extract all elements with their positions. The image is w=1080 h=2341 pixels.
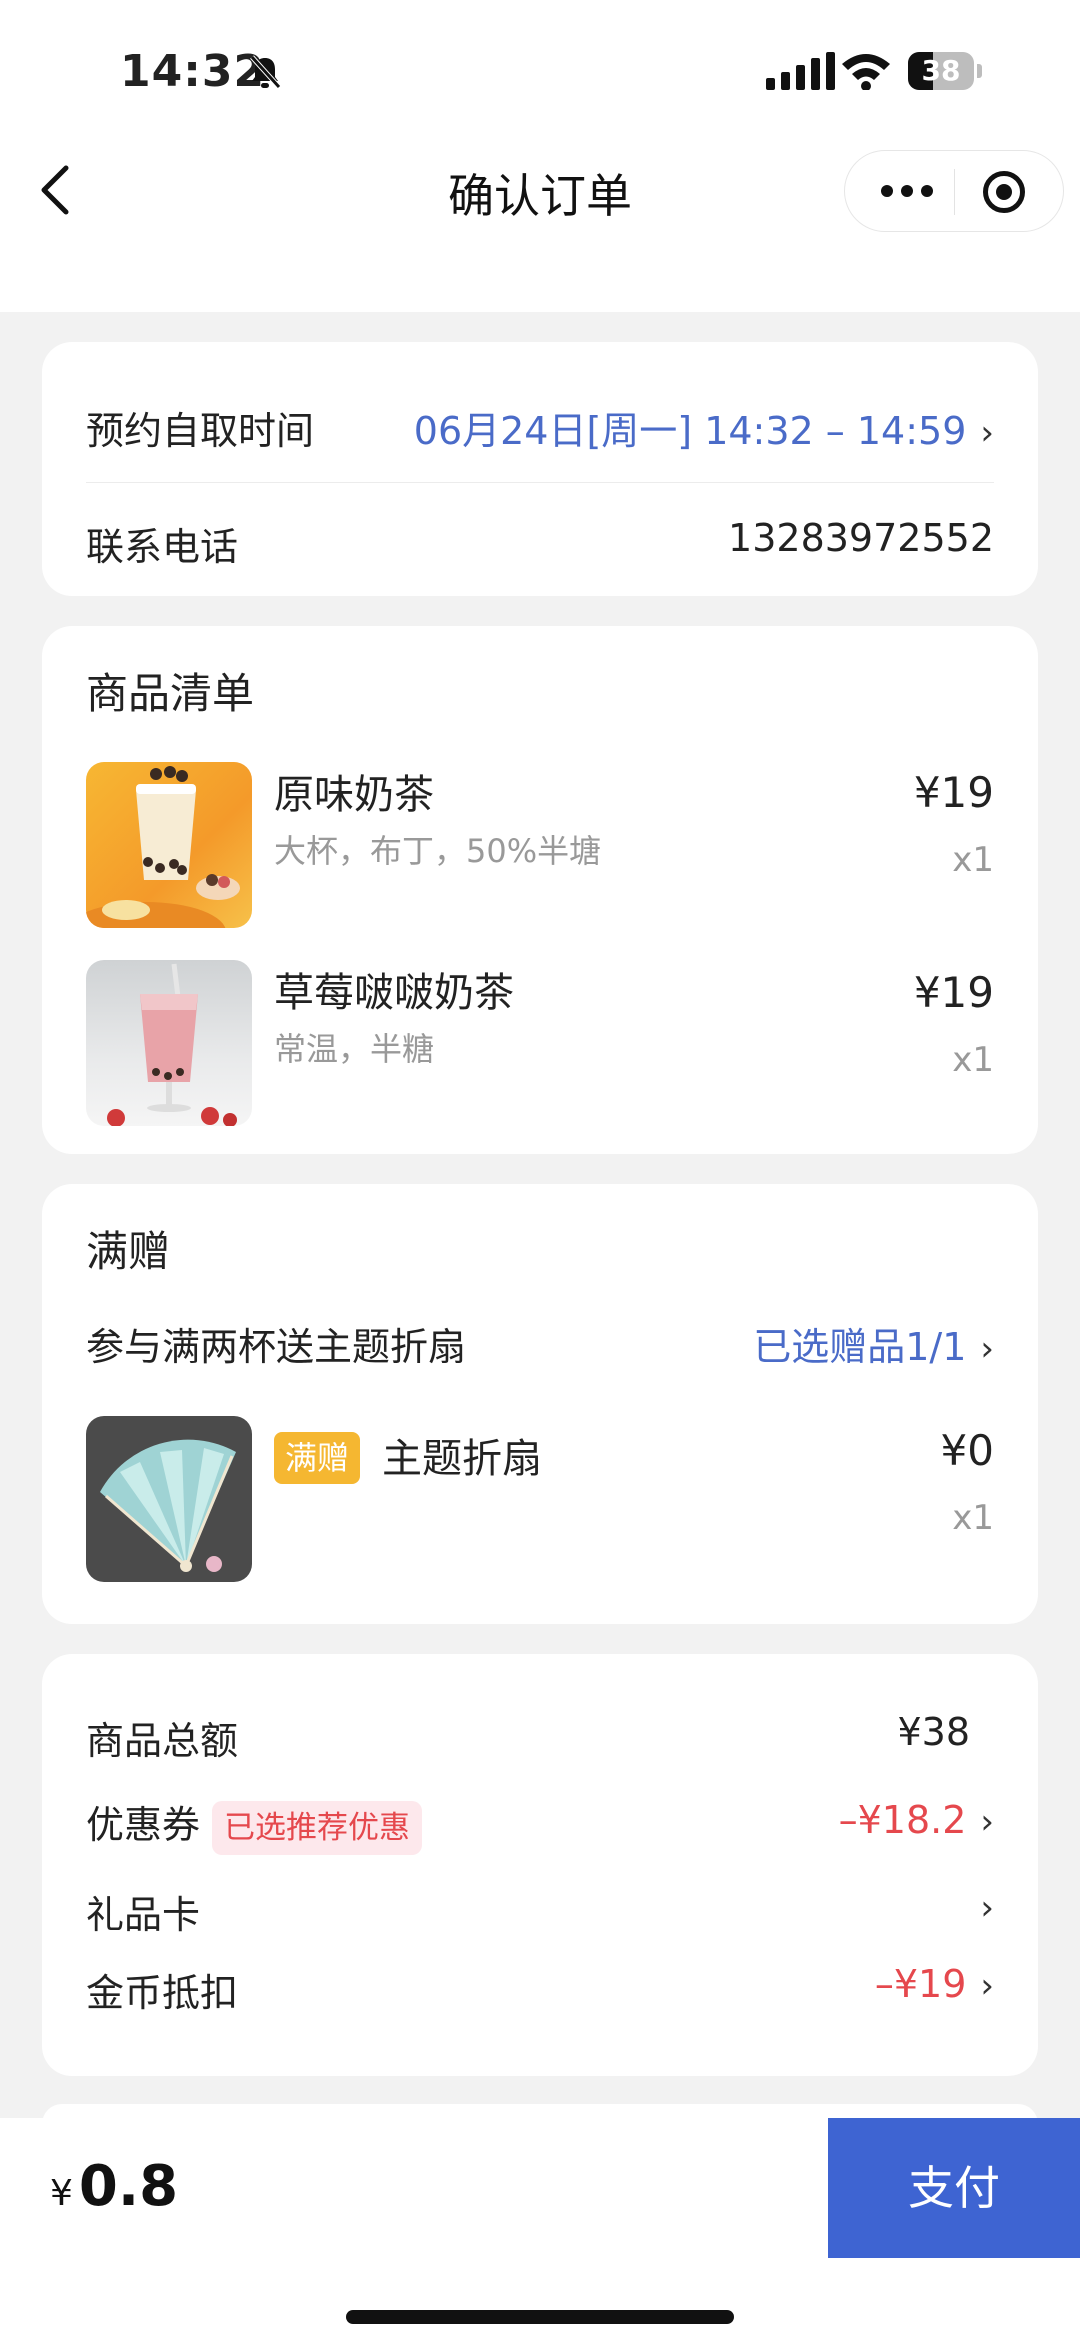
chevron-right-icon: › bbox=[980, 1802, 994, 1842]
gift-select-link[interactable]: 已选赠品1/1 › bbox=[753, 1316, 994, 1371]
target-icon[interactable] bbox=[983, 171, 1025, 213]
goods-title: 商品清单 bbox=[86, 669, 255, 718]
product-image-milk-tea bbox=[86, 762, 252, 928]
coupon-discount: –¥18.2 bbox=[838, 1798, 967, 1842]
item-options: 大杯，布丁，50%半塘 bbox=[274, 832, 602, 870]
currency-symbol: ¥ bbox=[50, 2173, 73, 2214]
gift-select-value: 已选赠品1/1 bbox=[753, 1325, 967, 1369]
coupon-recommend-badge: 已选推荐优惠 bbox=[212, 1800, 423, 1855]
item-price: ¥19 bbox=[913, 768, 994, 817]
total-label: 商品总额 bbox=[86, 1719, 239, 1763]
item-name: 草莓啵啵奶茶 bbox=[274, 970, 514, 1016]
coupon-selector[interactable]: –¥18.2 › bbox=[839, 1798, 994, 1842]
giftcard-label: 礼品卡 bbox=[86, 1893, 201, 1937]
chevron-right-icon: › bbox=[980, 413, 994, 453]
pickup-time-value: 06月24日[周一] 14:32 – 14:59 bbox=[413, 409, 967, 453]
pay-button[interactable]: 支付 bbox=[828, 2118, 1080, 2258]
pay-amount: 0.8 bbox=[78, 2154, 179, 2219]
item-qty: x1 bbox=[952, 1040, 994, 1080]
gift-promo-label: 参与满两杯送主题折扇 bbox=[86, 1325, 467, 1369]
bell-muted-icon bbox=[250, 55, 281, 89]
gift-title: 满赠 bbox=[86, 1227, 171, 1276]
gift-card: 满赠 参与满两杯送主题折扇 已选赠品1/1 › 满赠 主题折扇 ¥0 x1 bbox=[42, 1184, 1038, 1624]
gift-qty: x1 bbox=[952, 1498, 994, 1538]
coupon-label: 优惠券 bbox=[86, 1803, 201, 1847]
pickup-time-selector[interactable]: 06月24日[周一] 14:32 – 14:59 › bbox=[414, 400, 994, 455]
pickup-card: 预约自取时间 06月24日[周一] 14:32 – 14:59 › 联系电话 13… bbox=[42, 342, 1038, 596]
gift-tag-badge: 满赠 bbox=[274, 1432, 360, 1484]
capsule-divider bbox=[954, 169, 955, 215]
home-area bbox=[0, 2258, 1080, 2341]
product-image-strawberry-tea bbox=[86, 960, 252, 1126]
miniprogram-capsule bbox=[844, 150, 1064, 232]
item-name: 原味奶茶 bbox=[274, 772, 434, 818]
home-indicator[interactable] bbox=[346, 2310, 734, 2324]
status-time: 14:32 bbox=[120, 46, 266, 97]
cellular-signal-icon bbox=[766, 52, 835, 90]
battery-level: 38 bbox=[921, 54, 961, 87]
coins-label: 金币抵扣 bbox=[86, 1971, 239, 2015]
divider bbox=[86, 482, 994, 483]
gift-price: ¥0 bbox=[940, 1426, 994, 1475]
pickup-time-label: 预约自取时间 bbox=[86, 409, 315, 453]
chevron-right-icon: › bbox=[980, 1329, 994, 1369]
battery-icon: 38 bbox=[908, 52, 982, 90]
chevron-right-icon: › bbox=[980, 1888, 994, 1928]
phone-value[interactable]: 13283972552 bbox=[728, 516, 994, 560]
gift-item-name: 主题折扇 bbox=[382, 1436, 542, 1482]
order-confirm-page: 14:32 38 确认订单 预约自取时间 06月24日[周一] 14:32 – … bbox=[0, 0, 1080, 2341]
coins-selector[interactable]: –¥19 › bbox=[875, 1962, 994, 2006]
coins-discount: –¥19 bbox=[874, 1962, 967, 2006]
giftcard-selector[interactable]: › bbox=[966, 1884, 994, 1928]
gift-image-fan bbox=[86, 1416, 252, 1582]
item-qty: x1 bbox=[952, 840, 994, 880]
item-price: ¥19 bbox=[913, 968, 994, 1017]
goods-card: 商品清单 原味奶茶 大杯，布丁，50%半塘 ¥19 x1 草莓啵啵奶茶 常温，半… bbox=[42, 626, 1038, 1154]
price-summary-card: 商品总额 ¥38 优惠券 已选推荐优惠 –¥18.2 › 礼品卡 › 金币抵扣 –¥… bbox=[42, 1654, 1038, 2076]
wifi-icon bbox=[842, 54, 890, 90]
more-dots-icon[interactable] bbox=[881, 185, 933, 197]
pay-total: ¥0.8 bbox=[50, 2154, 178, 2219]
total-value: ¥38 bbox=[897, 1710, 970, 1754]
phone-label: 联系电话 bbox=[86, 525, 239, 569]
checkout-bar: ¥0.8 支付 bbox=[0, 2118, 1080, 2258]
chevron-right-icon: › bbox=[980, 1966, 994, 2006]
item-options: 常温，半糖 bbox=[274, 1030, 435, 1068]
coupon-row: 优惠券 已选推荐优惠 bbox=[86, 1794, 423, 1855]
